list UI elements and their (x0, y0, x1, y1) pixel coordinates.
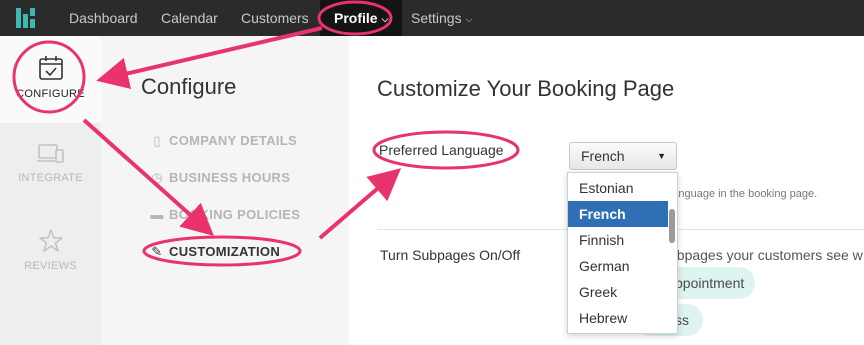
devices-icon (36, 144, 64, 163)
menu-item-business-hours[interactable]: ◷ BUSINESS HOURS (150, 170, 290, 186)
subpages-label: Turn Subpages On/Off (380, 247, 521, 263)
rail-item-integrate[interactable]: INTEGRATE (0, 136, 101, 200)
top-nav-bar: Dashboard Calendar Customers Profile ⌵ Se… (0, 0, 864, 36)
subpages-description: ubpages your customers see w (669, 247, 863, 263)
menu-item-label: BOOKING POLICIES (169, 207, 301, 222)
star-icon (38, 229, 63, 252)
rail-label-reviews: REVIEWS (24, 260, 77, 272)
language-dropdown-list[interactable]: Estonian French Finnish German Greek Heb… (567, 172, 678, 334)
rail-item-configure[interactable]: CONFIGURE (0, 36, 101, 123)
menu-item-company-details[interactable]: ▯ COMPANY DETAILS (150, 133, 297, 149)
language-option[interactable]: Hebrew (568, 305, 668, 331)
menu-item-booking-policies[interactable]: ▬ BOOKING POLICIES (150, 207, 300, 222)
language-option[interactable]: German (568, 253, 668, 279)
menu-item-label: CUSTOMIZATION (169, 244, 281, 259)
rail-item-reviews[interactable]: REVIEWS (0, 224, 101, 288)
nav-customers[interactable]: Customers (241, 0, 309, 36)
caret-down-icon: ▼ (657, 151, 666, 161)
nav-calendar[interactable]: Calendar (161, 0, 218, 36)
language-select-value: French (581, 148, 625, 164)
preferred-language-label: Preferred Language (379, 142, 504, 158)
building-icon: ▯ (153, 133, 161, 148)
panel-title: Configure (141, 74, 237, 99)
edit-icon: ✎ (151, 244, 163, 259)
language-option[interactable]: Estonian (568, 175, 668, 201)
menu-item-customization[interactable]: ✎ CUSTOMIZATION (150, 244, 280, 260)
logo-icon[interactable] (16, 8, 36, 28)
calendar-check-icon (38, 56, 63, 80)
configure-panel: Configure ▯ COMPANY DETAILS ◷ BUSINESS HOU… (101, 36, 349, 345)
dropdown-scrollbar[interactable] (669, 209, 675, 243)
language-option[interactable]: Greek (568, 279, 668, 305)
language-option[interactable]: Finnish (568, 227, 668, 253)
chevron-down-icon: ⌵ (465, 14, 473, 24)
language-select[interactable]: French ▼ (569, 142, 677, 170)
chevron-down-icon: ⌵ (381, 14, 389, 24)
nav-settings-label: Settings (411, 10, 462, 26)
clock-icon: ◷ (151, 170, 163, 185)
language-option-selected[interactable]: French (568, 201, 668, 227)
nav-profile-label: Profile (334, 10, 378, 26)
nav-profile[interactable]: Profile ⌵ (320, 0, 403, 36)
briefcase-icon: ▬ (150, 207, 164, 222)
menu-item-label: COMPANY DETAILS (169, 133, 298, 148)
left-rail: CONFIGURE INTEGRATE REVIEWS (0, 36, 101, 345)
nav-settings[interactable]: Settings ⌵ (411, 0, 472, 36)
rail-label-integrate: INTEGRATE (18, 172, 83, 184)
app-window: Dashboard Calendar Customers Profile ⌵ Se… (0, 0, 864, 345)
subpage-toggle-label: ppointment (675, 275, 745, 291)
rail-label-configure: CONFIGURE (16, 88, 85, 100)
nav-dashboard[interactable]: Dashboard (69, 0, 138, 36)
page-title: Customize Your Booking Page (377, 76, 675, 101)
menu-item-label: BUSINESS HOURS (169, 170, 291, 185)
